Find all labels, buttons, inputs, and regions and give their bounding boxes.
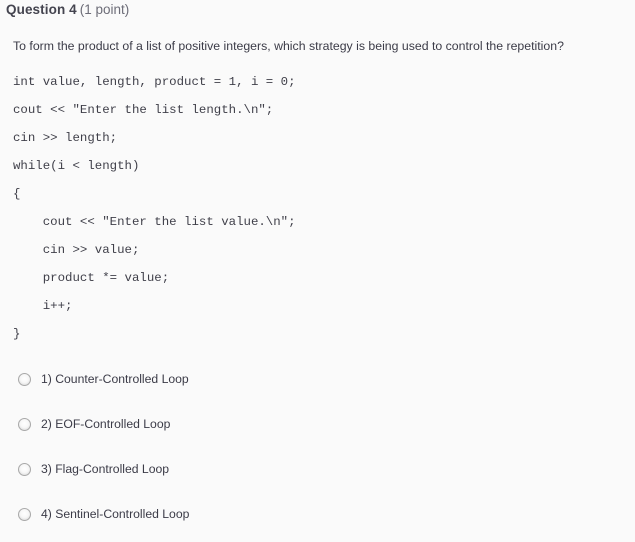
answer-option-label[interactable]: 3) Flag-Controlled Loop (41, 462, 169, 477)
code-line: cin >> value; (13, 243, 140, 257)
code-line: cout << "Enter the list value.\n"; (13, 215, 296, 229)
code-block: int value, length, product = 1, i = 0; c… (13, 68, 627, 348)
radio-button-icon[interactable] (18, 463, 31, 476)
radio-button-icon[interactable] (18, 418, 31, 431)
code-line: cin >> length; (13, 131, 118, 145)
radio-button-icon[interactable] (18, 508, 31, 521)
question-prompt: To form the product of a list of positiv… (13, 39, 564, 53)
code-line: product *= value; (13, 271, 170, 285)
quiz-question-panel: Question 4 (1 point) To form the product … (0, 0, 635, 532)
code-line: } (13, 327, 21, 341)
answer-options-list: 1) Counter-Controlled Loop 2) EOF-Contro… (0, 362, 635, 542)
question-header: Question 4 (1 point) (6, 1, 129, 19)
question-title: Question 4 (6, 2, 77, 17)
answer-option-label[interactable]: 1) Counter-Controlled Loop (41, 372, 189, 387)
code-line: { (13, 187, 21, 201)
answer-option-4[interactable]: 4) Sentinel-Controlled Loop (0, 497, 635, 542)
answer-option-1[interactable]: 1) Counter-Controlled Loop (0, 362, 635, 407)
radio-button-icon[interactable] (18, 373, 31, 386)
answer-option-label[interactable]: 4) Sentinel-Controlled Loop (41, 507, 189, 522)
question-points: (1 point) (79, 2, 130, 17)
answer-option-2[interactable]: 2) EOF-Controlled Loop (0, 407, 635, 452)
code-line: int value, length, product = 1, i = 0; (13, 75, 296, 89)
code-line: while(i < length) (13, 159, 140, 173)
answer-option-3[interactable]: 3) Flag-Controlled Loop (0, 452, 635, 497)
code-line: i++; (13, 299, 73, 313)
answer-option-label[interactable]: 2) EOF-Controlled Loop (41, 417, 170, 432)
code-line: cout << "Enter the list length.\n"; (13, 103, 274, 117)
question-body: To form the product of a list of positiv… (13, 38, 627, 348)
